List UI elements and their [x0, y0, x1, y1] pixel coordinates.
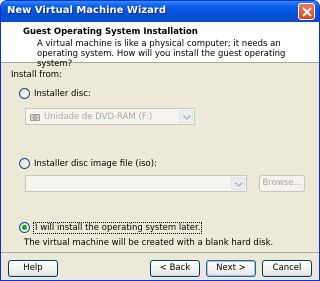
installer-disc-label: Installer disc:	[34, 88, 91, 99]
installer-iso-label: Installer disc image file (iso):	[34, 158, 157, 169]
install-later-radio[interactable]: I will install the operating system late…	[19, 221, 203, 234]
install-later-radio-dot[interactable]	[19, 222, 30, 233]
next-button[interactable]: Next >	[206, 260, 256, 277]
back-button[interactable]: < Back	[150, 260, 200, 277]
disc-drive-select[interactable]: Unidade de DVD-RAM (F:)	[25, 108, 195, 125]
installer-disc-radio[interactable]: Installer disc:	[19, 88, 91, 99]
install-later-label: I will install the operating system late…	[32, 221, 203, 234]
dvd-drive-icon	[30, 114, 40, 121]
browse-button[interactable]: Browse...	[259, 175, 305, 192]
wizard-footer: Help < Back Next > Cancel	[1, 252, 319, 280]
installer-iso-radio[interactable]: Installer disc image file (iso):	[19, 158, 157, 169]
page-title: Guest Operating System Installation	[23, 27, 198, 37]
chevron-down-icon	[235, 182, 243, 187]
close-icon	[302, 7, 312, 17]
disc-drive-dropdown-button[interactable]	[179, 110, 193, 123]
iso-path-select[interactable]	[25, 175, 247, 192]
window-title: New Virtual Machine Wizard	[7, 5, 167, 16]
iso-path-dropdown-button[interactable]	[231, 177, 245, 190]
install-later-note: The virtual machine will be created with…	[24, 238, 274, 248]
wizard-content: Install from: Installer disc: Unidade de…	[1, 64, 319, 250]
close-button[interactable]	[298, 3, 315, 20]
title-bar[interactable]: New Virtual Machine Wizard	[1, 1, 319, 22]
wizard-window: New Virtual Machine Wizard Guest Operati…	[0, 0, 320, 281]
installer-disc-radio-dot[interactable]	[19, 88, 30, 99]
wizard-header: Guest Operating System Installation A vi…	[1, 22, 319, 69]
cancel-button[interactable]: Cancel	[262, 260, 312, 277]
chevron-down-icon	[183, 115, 191, 120]
help-button[interactable]: Help	[8, 260, 58, 277]
disc-drive-value: Unidade de DVD-RAM (F:)	[44, 112, 153, 122]
install-from-label: Install from:	[11, 70, 62, 80]
installer-iso-radio-dot[interactable]	[19, 158, 30, 169]
